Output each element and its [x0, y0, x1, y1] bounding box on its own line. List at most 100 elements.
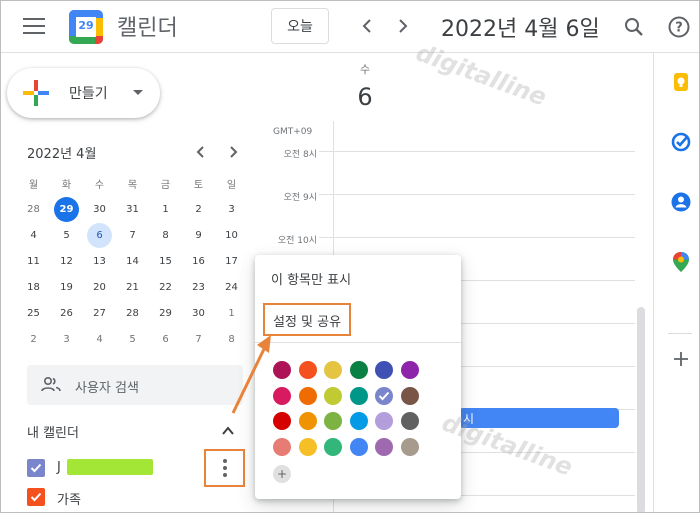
mini-calendar-day[interactable]: 10 [215, 223, 248, 248]
color-swatch[interactable] [273, 437, 291, 456]
color-swatch[interactable] [349, 437, 368, 456]
mini-calendar-day[interactable]: 7 [182, 327, 215, 352]
people-search-label: 사용자 검색 [75, 381, 139, 396]
color-swatch[interactable] [375, 361, 393, 379]
weekday-label: 금 [160, 180, 171, 191]
search-icon[interactable] [621, 14, 647, 40]
mini-calendar-day[interactable]: 21 [116, 275, 149, 300]
mini-calendar-day[interactable]: 28 [116, 301, 149, 326]
checkbox[interactable] [27, 488, 45, 506]
mini-calendar-day[interactable]: 9 [182, 223, 215, 248]
color-swatch[interactable] [400, 412, 419, 430]
mini-calendar-day[interactable]: 8 [215, 327, 248, 352]
settings-sharing-item[interactable]: 설정 및 공유 [263, 303, 352, 336]
today-button[interactable]: 오늘 [271, 8, 329, 44]
color-swatch[interactable] [273, 412, 291, 430]
color-swatch[interactable] [349, 361, 368, 379]
color-swatch[interactable] [400, 437, 419, 456]
add-color-icon[interactable]: + [273, 465, 291, 483]
mini-calendar-day[interactable]: 20 [83, 275, 116, 300]
show-only-item[interactable]: 이 항목만 표시 [271, 269, 351, 288]
mini-calendar-day[interactable]: 26 [50, 301, 83, 326]
color-swatch[interactable] [273, 386, 291, 405]
color-swatch[interactable] [375, 437, 393, 456]
mini-calendar-day[interactable]: 1 [215, 301, 248, 326]
chevron-right-icon[interactable] [390, 14, 414, 38]
mini-calendar-day[interactable]: 23 [182, 275, 215, 300]
mini-calendar-day[interactable]: 31 [116, 197, 149, 222]
mini-calendar-day[interactable]: 22 [149, 275, 182, 300]
more-options-button[interactable] [204, 449, 245, 487]
mini-prev-icon[interactable] [193, 144, 209, 160]
mini-calendar-day[interactable]: 15 [149, 249, 182, 274]
my-calendars-title[interactable]: 내 캘린더 [27, 422, 79, 441]
help-icon[interactable]: ? [666, 14, 692, 40]
mini-calendar-day[interactable]: 7 [116, 223, 149, 248]
color-swatch[interactable] [273, 361, 291, 379]
menu-icon[interactable] [23, 18, 45, 34]
mini-calendar-day[interactable]: 4 [17, 223, 50, 248]
color-swatch[interactable] [324, 361, 342, 379]
mini-calendar-day[interactable]: 29 [50, 197, 83, 222]
keep-icon[interactable] [670, 71, 692, 93]
mini-calendar-day[interactable]: 27 [83, 301, 116, 326]
mini-calendar-day[interactable]: 30 [182, 301, 215, 326]
mini-calendar-day[interactable]: 8 [149, 223, 182, 248]
event-block[interactable]: 시 [459, 408, 619, 428]
mini-calendar-day[interactable]: 2 [17, 327, 50, 352]
color-swatch[interactable] [400, 386, 419, 405]
color-swatch[interactable] [400, 361, 419, 379]
color-swatch[interactable] [349, 386, 368, 405]
color-swatch[interactable] [298, 386, 317, 405]
color-swatch[interactable] [375, 412, 393, 430]
mini-calendar-day[interactable]: 2 [182, 197, 215, 222]
color-swatch[interactable] [375, 386, 393, 405]
chevron-left-icon[interactable] [356, 14, 380, 38]
chevron-up-icon[interactable] [221, 424, 235, 438]
mini-calendar-day[interactable]: 17 [215, 249, 248, 274]
mini-calendar-day[interactable]: 25 [17, 301, 50, 326]
mini-calendar-day[interactable]: 5 [116, 327, 149, 352]
color-swatch[interactable] [298, 361, 317, 379]
color-swatch[interactable] [324, 412, 342, 430]
color-swatch[interactable] [324, 437, 342, 456]
weekday-label: 화 [61, 180, 72, 191]
mini-calendar-day[interactable]: 1 [149, 197, 182, 222]
day-number[interactable]: 6 [335, 83, 395, 111]
mini-next-icon[interactable] [225, 144, 241, 160]
mini-calendar-day[interactable]: 16 [182, 249, 215, 274]
mini-calendar-day[interactable]: 4 [83, 327, 116, 352]
mini-calendar-day[interactable]: 30 [83, 197, 116, 222]
mini-calendar-day[interactable]: 28 [17, 197, 50, 222]
mini-calendar-day[interactable]: 5 [50, 223, 83, 248]
checkbox[interactable] [27, 459, 45, 477]
create-button[interactable]: 만들기 [7, 68, 160, 118]
mini-calendar-day[interactable]: 6 [149, 327, 182, 352]
mini-calendar-day[interactable]: 18 [17, 275, 50, 300]
calendar-name: 가족 [57, 493, 81, 508]
mini-calendar-day[interactable]: 19 [50, 275, 83, 300]
maps-icon[interactable] [670, 251, 692, 273]
mini-calendar-day[interactable]: 12 [50, 249, 83, 274]
mini-calendar-day[interactable]: 24 [215, 275, 248, 300]
mini-calendar-day[interactable]: 14 [116, 249, 149, 274]
add-icon[interactable] [670, 348, 692, 370]
color-swatch[interactable] [298, 437, 317, 456]
calendar-item[interactable]: 가족 [27, 485, 247, 509]
mini-calendar-day[interactable]: 13 [83, 249, 116, 274]
color-swatch[interactable] [349, 412, 368, 430]
tasks-icon[interactable] [670, 131, 692, 153]
scrollbar[interactable] [637, 307, 645, 512]
people-search[interactable]: 사용자 검색 [27, 365, 243, 405]
calendar-options-menu: 이 항목만 표시 설정 및 공유 + [255, 255, 461, 499]
color-swatch[interactable] [324, 386, 342, 405]
mini-calendar-day[interactable]: 3 [50, 327, 83, 352]
calendar-name: J [57, 460, 61, 475]
side-panel [653, 53, 699, 512]
mini-calendar-day[interactable]: 6 [83, 223, 116, 248]
mini-calendar-day[interactable]: 3 [215, 197, 248, 222]
mini-calendar-day[interactable]: 11 [17, 249, 50, 274]
contacts-icon[interactable] [670, 191, 692, 213]
mini-calendar-day[interactable]: 29 [149, 301, 182, 326]
color-swatch[interactable] [298, 412, 317, 430]
